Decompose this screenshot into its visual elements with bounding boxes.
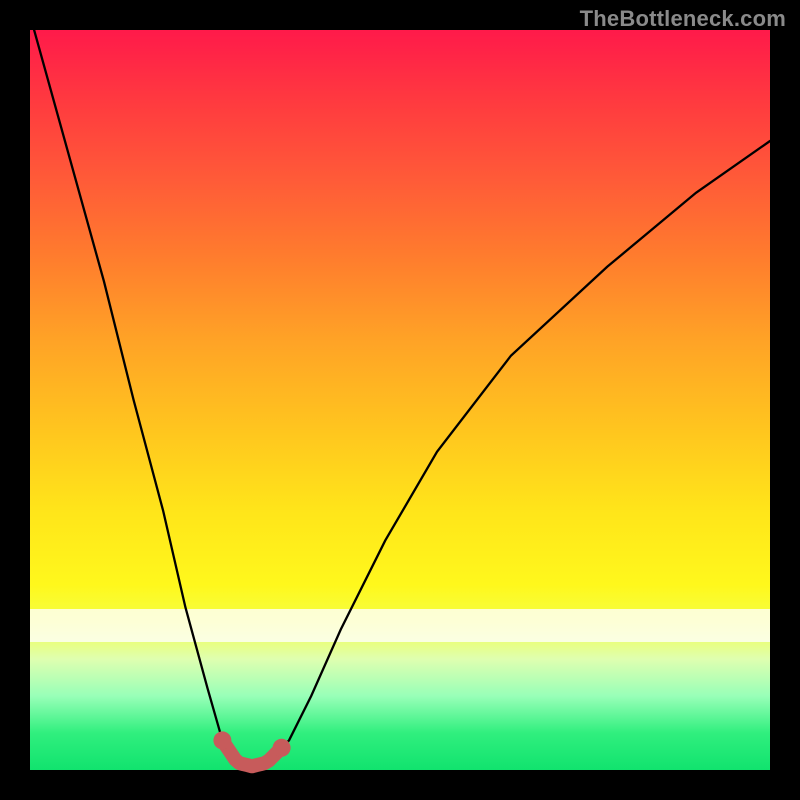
optimal-start-dot xyxy=(213,731,231,749)
chart-svg xyxy=(30,30,770,770)
optimal-end-dot xyxy=(273,739,291,757)
plot-area xyxy=(30,30,770,770)
chart-frame: TheBottleneck.com xyxy=(0,0,800,800)
watermark-text: TheBottleneck.com xyxy=(580,6,786,32)
bottleneck-curve xyxy=(30,15,770,766)
optimal-region-marker xyxy=(222,740,281,766)
